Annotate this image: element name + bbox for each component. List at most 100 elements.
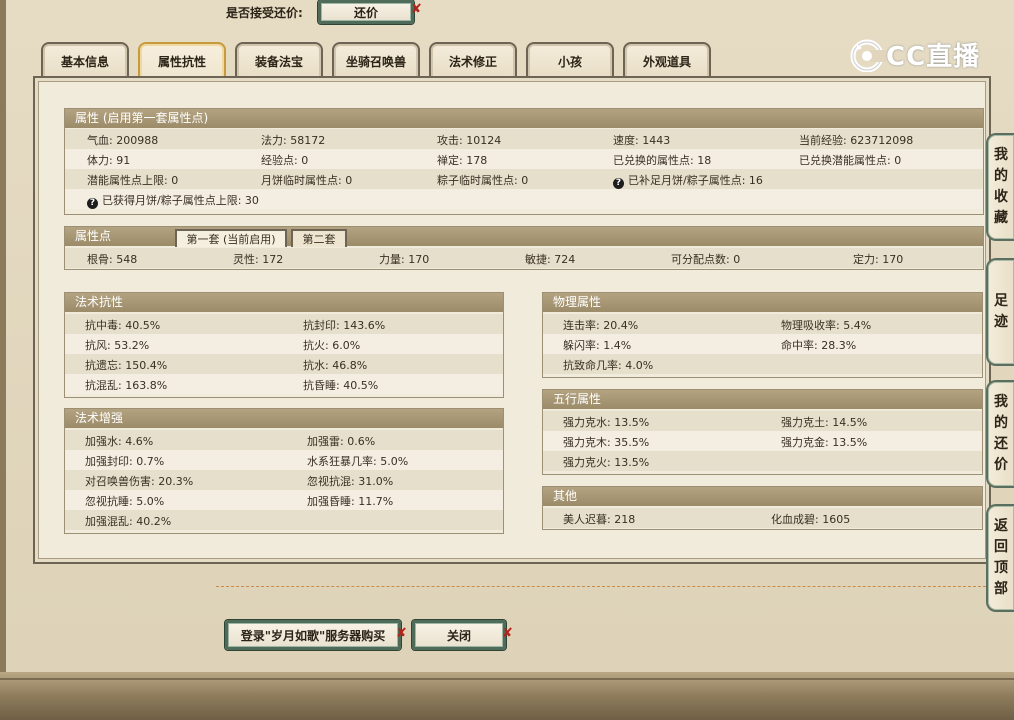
my-favorites-button[interactable]: 我 的 收 藏 (986, 133, 1014, 241)
attr-zen: 禅定: 178 (437, 154, 488, 167)
side-char: 价 (994, 457, 1008, 473)
element-value: 强力克木: 35.5% (563, 436, 650, 449)
my-offers-button[interactable]: 我 的 还 价 (986, 380, 1014, 488)
boost-value: 加强混乱: 40.2% (85, 515, 172, 528)
boost-value: 加强水: 4.6% (85, 435, 154, 448)
close-x-icon: ✘ (396, 626, 407, 641)
boost-row: 加强封印: 0.7% 水系狂暴几率: 5.0% (65, 450, 503, 470)
attr-row: 气血: 200988 法力: 58172 攻击: 10124 速度: 1443 … (65, 129, 983, 149)
attr-hp: 气血: 200988 (87, 134, 159, 147)
other-header: 其他 (543, 487, 982, 506)
physical-value: 连击率: 20.4% (563, 319, 639, 332)
attr-row: ? 已获得月饼/粽子属性点上限: 30 (65, 189, 983, 209)
close-button[interactable]: 关闭 (412, 620, 506, 650)
side-char: 我 (994, 394, 1008, 410)
resist-value: 抗火: 6.0% (303, 339, 361, 352)
tab-point-set-1[interactable]: 第一套 (当前启用) (175, 229, 287, 247)
tab-basic-info[interactable]: 基本信息 (41, 42, 129, 78)
attr-exp-points: 经验点: 0 (261, 154, 309, 167)
tab-child[interactable]: 小孩 (526, 42, 614, 78)
physical-value: 抗致命几率: 4.0% (563, 359, 654, 372)
side-char: 足 (994, 293, 1008, 309)
attr-supplemented: ? 已补足月饼/粽子属性点: 16 (613, 172, 763, 189)
side-char: 部 (994, 581, 1008, 597)
bottom-decorative-band (0, 672, 1014, 720)
attribute-points-title: 属性点 (75, 229, 112, 243)
side-char: 返 (994, 518, 1008, 534)
physical-value: 躲闪率: 1.4% (563, 339, 632, 352)
magic-boost-section: 法术增强 加强水: 4.6% 加强雷: 0.6% 加强封印: 0.7% 水系狂暴… (64, 408, 504, 534)
resist-value: 抗封印: 143.6% (303, 319, 386, 332)
side-char: 迹 (994, 314, 1008, 330)
attr-zongzi-temp: 粽子临时属性点: 0 (437, 174, 529, 187)
point-endurance: 定力: 170 (853, 253, 904, 266)
resist-row: 抗中毒: 40.5% 抗封印: 143.6% (65, 314, 503, 334)
tab-label: 装备法宝 (254, 54, 303, 69)
point-strength: 力量: 170 (379, 253, 430, 266)
other-value: 化血成碧: 1605 (771, 513, 851, 526)
tab-point-set-2[interactable]: 第二套 (291, 229, 347, 247)
side-char: 顶 (994, 560, 1008, 576)
attr-attack: 攻击: 10124 (437, 134, 502, 147)
magic-resistance-section: 法术抗性 抗中毒: 40.5% 抗封印: 143.6% 抗风: 53.2% 抗火… (64, 292, 504, 398)
magic-resistance-header: 法术抗性 (65, 293, 503, 312)
boost-value: 加强封印: 0.7% (85, 455, 165, 468)
other-section: 其他 美人迟暮: 218 化血成碧: 1605 (542, 486, 983, 530)
subtab-label: 第一套 (当前启用) (186, 233, 276, 246)
physical-attributes-header: 物理属性 (543, 293, 982, 312)
attr-supplemented-text: 已补足月饼/粽子属性点: 16 (628, 174, 763, 187)
tab-attributes-resistance[interactable]: 属性抗性 (138, 42, 226, 78)
physical-row: 躲闪率: 1.4% 命中率: 28.3% (543, 334, 982, 354)
attr-obtained-cap-text: 已获得月饼/粽子属性点上限: 30 (102, 194, 259, 207)
tab-label: 小孩 (557, 54, 582, 69)
attribute-points-section: 属性点 第一套 (当前启用) 第二套 根骨: 548 灵性: 172 力量: 1… (64, 226, 984, 270)
boost-value: 忽视抗混: 31.0% (307, 475, 394, 488)
login-server-buy-label: 登录"岁月如歌"服务器购买 (240, 628, 386, 643)
help-icon[interactable]: ? (613, 178, 624, 189)
physical-value: 命中率: 28.3% (781, 339, 857, 352)
boost-value: 加强昏睡: 11.7% (307, 495, 394, 508)
resist-value: 抗中毒: 40.5% (85, 319, 161, 332)
side-char: 收 (994, 189, 1008, 205)
attr-exp: 当前经验: 623712098 (799, 134, 914, 147)
close-x-icon: ✘ (411, 2, 422, 17)
resist-row: 抗遗忘: 150.4% 抗水: 46.8% (65, 354, 503, 374)
resist-value: 抗水: 46.8% (303, 359, 368, 372)
attr-mooncake-temp: 月饼临时属性点: 0 (261, 174, 353, 187)
back-to-top-button[interactable]: 返 回 顶 部 (986, 504, 1014, 612)
resist-value: 抗昏睡: 40.5% (303, 379, 379, 392)
physical-value: 物理吸收率: 5.4% (781, 319, 872, 332)
physical-row: 抗致命几率: 4.0% (543, 354, 982, 374)
element-value: 强力克火: 13.5% (563, 456, 650, 469)
tab-equipment[interactable]: 装备法宝 (235, 42, 323, 78)
tab-mounts-summons[interactable]: 坐骑召唤兽 (332, 42, 420, 78)
footprints-button[interactable]: 足 迹 (986, 258, 1014, 366)
boost-row: 加强混乱: 40.2% (65, 510, 503, 530)
resist-value: 抗混乱: 163.8% (85, 379, 168, 392)
element-row: 强力克木: 35.5% 强力克金: 13.5% (543, 431, 982, 451)
cc-logo-icon (850, 39, 886, 72)
other-row: 美人迟暮: 218 化血成碧: 1605 (543, 508, 982, 528)
tab-appearance-items[interactable]: 外观道具 (623, 42, 711, 78)
counter-offer-button[interactable]: 还价 (318, 0, 414, 24)
element-row: 强力克水: 13.5% 强力克土: 14.5% (543, 411, 982, 431)
help-icon[interactable]: ? (87, 198, 98, 209)
point-available: 可分配点数: 0 (671, 253, 741, 266)
left-frame (0, 0, 6, 680)
tab-spell-correction[interactable]: 法术修正 (429, 42, 517, 78)
resist-value: 抗遗忘: 150.4% (85, 359, 168, 372)
tab-label: 法术修正 (448, 54, 497, 69)
tab-label: 外观道具 (642, 54, 691, 69)
other-value: 美人迟暮: 218 (563, 513, 636, 526)
counter-offer-label: 还价 (353, 5, 378, 20)
element-row: 强力克火: 13.5% (543, 451, 982, 471)
point-spirit: 灵性: 172 (233, 253, 284, 266)
boost-value: 水系狂暴几率: 5.0% (307, 455, 409, 468)
attr-row: 潜能属性点上限: 0 月饼临时属性点: 0 粽子临时属性点: 0 ? 已补足月饼/… (65, 169, 983, 189)
attr-exchanged-potential: 已兑换潜能属性点: 0 (799, 154, 902, 167)
resist-value: 抗风: 53.2% (85, 339, 150, 352)
login-server-buy-button[interactable]: 登录"岁月如歌"服务器购买 (225, 620, 401, 650)
attr-mp: 法力: 58172 (261, 134, 326, 147)
offer-label: 是否接受还价: (226, 6, 303, 20)
tab-label: 坐骑召唤兽 (345, 54, 406, 69)
